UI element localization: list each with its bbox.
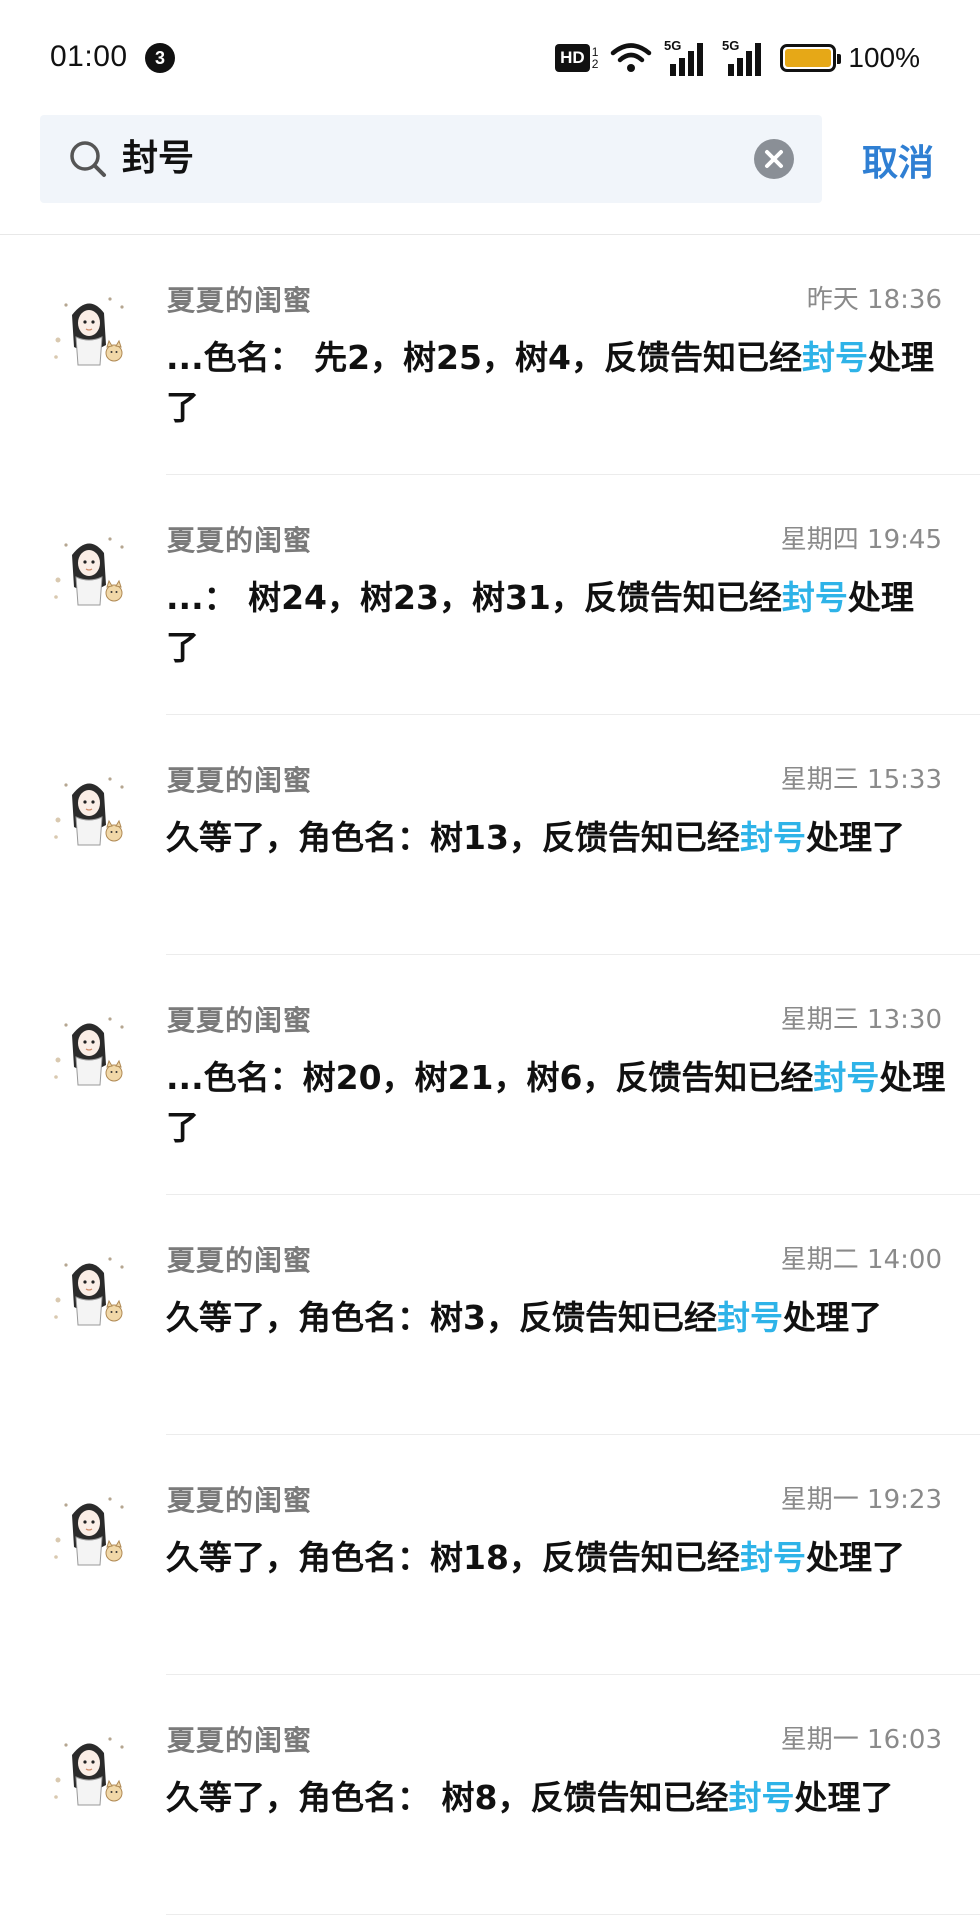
clear-icon[interactable] <box>754 139 794 179</box>
network-label-2: 5G <box>722 38 739 53</box>
hd-fraction: 1 2 <box>592 46 599 70</box>
cancel-button[interactable]: 取消 <box>862 134 934 186</box>
preview-text-tail: 处理了 <box>805 1538 905 1577</box>
preview-text: ...： 树24，树23，树31，反馈告知已经 <box>166 578 782 617</box>
preview-text-tail: 处理了 <box>805 818 905 857</box>
network-label: 5G <box>664 38 681 53</box>
avatar <box>44 1725 134 1815</box>
battery-fill <box>785 49 832 67</box>
preview-text: 久等了，角色名：树13，反馈告知已经 <box>166 818 740 857</box>
result-preview: 久等了，角色名：树18，反馈告知已经封号处理了 <box>166 1533 946 1583</box>
signal-icon: 5G <box>664 38 704 76</box>
notification-badge: 3 <box>145 43 175 73</box>
result-sender: 夏夏的闺蜜 <box>167 284 313 317</box>
result-preview: 久等了，角色名：树3，反馈告知已经封号处理了 <box>166 1293 946 1343</box>
avatar <box>44 765 134 855</box>
search-bar[interactable] <box>40 115 822 203</box>
preview-text: ...色名：树20，树21，树6，反馈告知已经 <box>166 1058 814 1097</box>
result-preview: ...： 树24，树23，树31，反馈告知已经封号处理了 <box>166 573 946 673</box>
search-input[interactable] <box>122 115 682 203</box>
hd-label: HD <box>555 44 590 72</box>
avatar <box>44 1245 134 1335</box>
avatar <box>44 285 134 375</box>
battery-tip <box>837 54 842 64</box>
result-timestamp: 星期三 13:30 <box>780 1005 942 1035</box>
keyword-highlight: 封号 <box>813 1058 880 1097</box>
result-timestamp: 昨天 18:36 <box>806 285 942 315</box>
status-time: 01:00 <box>50 40 128 73</box>
result-preview: ...色名： 先2，树25，树4，反馈告知已经封号处理了 <box>166 333 946 433</box>
preview-text-tail: 处理了 <box>782 1298 882 1337</box>
status-bar: 01:00 3 HD 1 2 5G 5G 100% <box>0 0 980 110</box>
avatar <box>44 1005 134 1095</box>
search-result-item[interactable]: 夏夏的闺蜜 星期四 19:45 ...： 树24，树23，树31，反馈告知已经封号处… <box>0 475 980 715</box>
battery-body <box>780 44 842 72</box>
result-preview: 久等了，角色名：树13，反馈告知已经封号处理了 <box>166 813 946 863</box>
wifi-icon <box>611 43 652 72</box>
keyword-highlight: 封号 <box>728 1778 795 1817</box>
search-result-item[interactable]: 夏夏的闺蜜 星期三 15:33 久等了，角色名：树13，反馈告知已经封号处理了 <box>0 715 980 955</box>
keyword-highlight: 封号 <box>801 338 868 377</box>
search-result-item[interactable]: 夏夏的闺蜜 星期一 16:03 久等了，角色名： 树8，反馈告知已经封号处理了 <box>0 1675 980 1915</box>
keyword-highlight: 封号 <box>739 1538 806 1577</box>
preview-text: 久等了，角色名：树18，反馈告知已经 <box>166 1538 740 1577</box>
result-timestamp: 星期一 16:03 <box>780 1725 942 1755</box>
result-sender: 夏夏的闺蜜 <box>167 764 313 797</box>
battery-percent: 100% <box>848 42 920 73</box>
search-result-item[interactable]: 夏夏的闺蜜 星期二 14:00 久等了，角色名：树3，反馈告知已经封号处理了 <box>0 1195 980 1435</box>
keyword-highlight: 封号 <box>781 578 848 617</box>
keyword-highlight: 封号 <box>716 1298 783 1337</box>
search-result-item[interactable]: 夏夏的闺蜜 星期三 13:30 ...色名：树20，树21，树6，反馈告知已经封号处… <box>0 955 980 1195</box>
row-divider <box>166 1914 980 1915</box>
search-icon <box>70 141 106 177</box>
avatar <box>44 525 134 615</box>
result-sender: 夏夏的闺蜜 <box>167 1004 313 1037</box>
result-sender: 夏夏的闺蜜 <box>167 1724 313 1757</box>
result-preview: 久等了，角色名： 树8，反馈告知已经封号处理了 <box>166 1773 946 1823</box>
hd-sub: 2 <box>591 57 599 71</box>
result-timestamp: 星期二 14:00 <box>780 1245 942 1275</box>
result-sender: 夏夏的闺蜜 <box>167 1244 313 1277</box>
result-list: 夏夏的闺蜜 昨天 18:36 ...色名： 先2，树25，树4，反馈告知已经封号处理… <box>0 235 980 1915</box>
result-sender: 夏夏的闺蜜 <box>167 1484 313 1517</box>
search-result-item[interactable]: 夏夏的闺蜜 昨天 18:36 ...色名： 先2，树25，树4，反馈告知已经封号处理… <box>0 235 980 475</box>
status-icons: HD 1 2 5G 5G 100% <box>555 38 920 78</box>
search-result-item[interactable]: 夏夏的闺蜜 星期一 19:23 久等了，角色名：树18，反馈告知已经封号处理了 <box>0 1435 980 1675</box>
preview-text: 久等了，角色名：树3，反馈告知已经 <box>166 1298 717 1337</box>
preview-text: ...色名： 先2，树25，树4，反馈告知已经 <box>166 338 802 377</box>
avatar <box>44 1485 134 1575</box>
battery-icon: 100% <box>780 42 920 74</box>
preview-text-tail: 处理了 <box>794 1778 894 1817</box>
hd-icon: HD 1 2 <box>555 44 598 72</box>
result-timestamp: 星期四 19:45 <box>780 525 942 555</box>
signal-icon-2: 5G <box>722 38 762 76</box>
result-timestamp: 星期三 15:33 <box>780 765 942 795</box>
result-timestamp: 星期一 19:23 <box>780 1485 942 1515</box>
result-sender: 夏夏的闺蜜 <box>167 524 313 557</box>
result-preview: ...色名：树20，树21，树6，反馈告知已经封号处理了 <box>166 1053 946 1153</box>
keyword-highlight: 封号 <box>739 818 806 857</box>
preview-text: 久等了，角色名： 树8，反馈告知已经 <box>166 1778 729 1817</box>
